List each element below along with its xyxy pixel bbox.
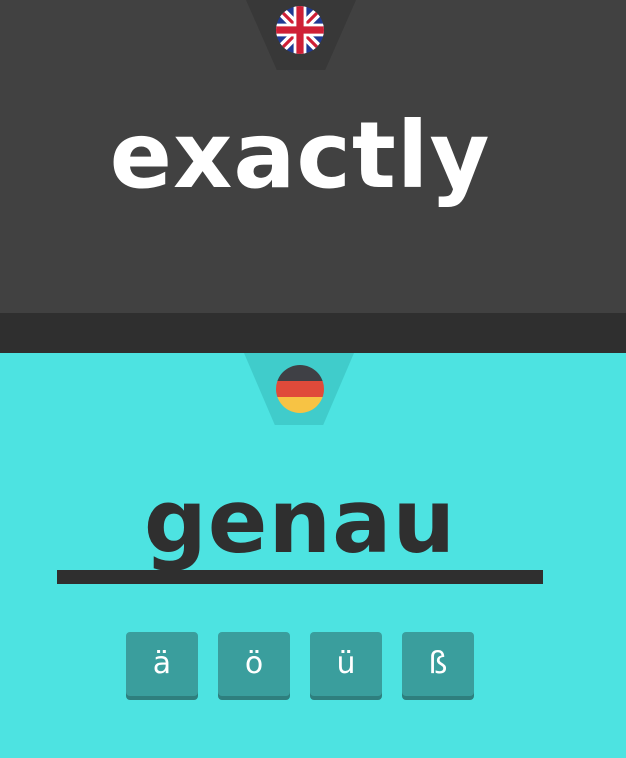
- answer-underline: [57, 570, 543, 584]
- divider-band: [0, 313, 626, 353]
- key-eszett[interactable]: ß: [402, 632, 474, 696]
- key-o-umlaut[interactable]: ö: [218, 632, 290, 696]
- source-word: exactly: [109, 102, 491, 209]
- key-u-umlaut[interactable]: ü: [310, 632, 382, 696]
- germany-flag-graphic: [276, 365, 324, 413]
- uk-flag-graphic: [276, 6, 324, 54]
- key-a-umlaut[interactable]: ä: [126, 632, 198, 696]
- answer-input[interactable]: genau: [0, 467, 600, 577]
- flashcard-screen: exactly genau ä ö ü ß: [0, 0, 626, 758]
- uk-flag-icon: [276, 6, 324, 54]
- germany-flag-icon: [276, 365, 324, 413]
